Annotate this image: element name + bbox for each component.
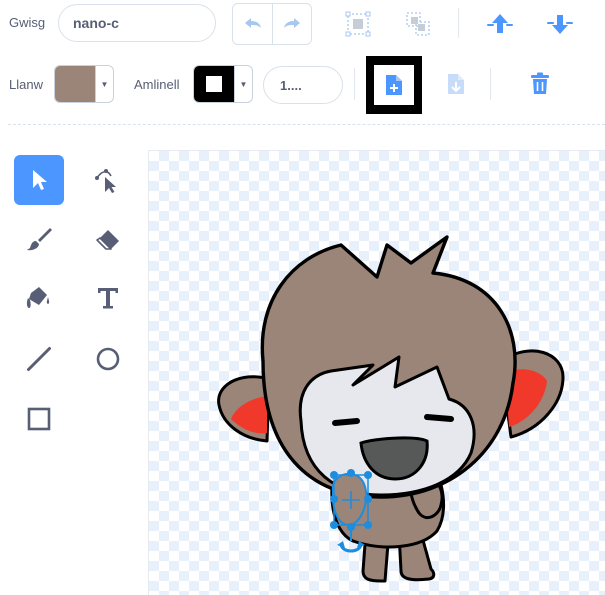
redo-icon bbox=[284, 18, 300, 28]
reshape-icon bbox=[95, 169, 116, 193]
group-icon bbox=[345, 11, 371, 37]
tool-line[interactable] bbox=[14, 334, 64, 384]
paste-button[interactable] bbox=[436, 64, 476, 104]
paint-canvas[interactable] bbox=[148, 150, 605, 595]
toolbar-divider bbox=[490, 68, 491, 100]
fill-label: Llanw bbox=[9, 77, 43, 92]
tool-reshape[interactable] bbox=[83, 155, 133, 205]
backward-layer-icon bbox=[547, 15, 573, 34]
eraser-icon bbox=[96, 230, 119, 250]
undo-icon bbox=[244, 18, 261, 28]
toolbar-divider bbox=[458, 8, 459, 38]
tool-circle[interactable] bbox=[83, 334, 133, 384]
text-icon bbox=[98, 288, 118, 309]
brush-icon bbox=[27, 228, 52, 251]
monkey-character bbox=[217, 235, 565, 583]
tool-eraser[interactable] bbox=[83, 214, 133, 264]
copy-button[interactable] bbox=[366, 56, 422, 114]
outline-label: Amlinell bbox=[134, 77, 180, 92]
trash-icon bbox=[531, 72, 549, 94]
outline-color-swatch bbox=[194, 66, 234, 102]
costume-name-input[interactable] bbox=[58, 4, 216, 42]
redo-button[interactable] bbox=[272, 4, 311, 44]
copy-icon bbox=[386, 75, 402, 95]
group-button[interactable] bbox=[338, 4, 378, 44]
outline-color-picker[interactable]: ▼ bbox=[193, 65, 253, 103]
fill-color-swatch bbox=[55, 66, 95, 102]
forward-layer-icon bbox=[487, 14, 513, 33]
backward-layer-button[interactable] bbox=[540, 4, 580, 44]
chevron-down-icon: ▼ bbox=[234, 66, 252, 102]
tool-select[interactable] bbox=[14, 155, 64, 205]
forward-layer-button[interactable] bbox=[480, 4, 520, 44]
fill-bucket-icon bbox=[26, 287, 50, 308]
chevron-down-icon: ▼ bbox=[95, 66, 113, 102]
ungroup-button[interactable] bbox=[398, 4, 438, 44]
tool-fill[interactable] bbox=[14, 273, 64, 323]
undo-redo-group bbox=[232, 3, 312, 45]
circle-icon bbox=[96, 347, 120, 371]
paste-icon bbox=[448, 74, 464, 94]
outline-width-input[interactable] bbox=[263, 66, 343, 104]
costume-label: Gwisg bbox=[9, 15, 46, 30]
toolbar-separator bbox=[8, 124, 605, 125]
tool-text[interactable] bbox=[83, 273, 133, 323]
line-icon bbox=[27, 347, 51, 371]
fill-color-picker[interactable]: ▼ bbox=[54, 65, 114, 103]
arrow-cursor-icon bbox=[33, 170, 47, 190]
tool-rectangle[interactable] bbox=[14, 394, 64, 444]
tool-brush[interactable] bbox=[14, 214, 64, 264]
rectangle-icon bbox=[27, 407, 51, 431]
delete-button[interactable] bbox=[520, 64, 560, 104]
toolbar-divider bbox=[354, 68, 355, 100]
ungroup-icon bbox=[406, 12, 430, 36]
undo-button[interactable] bbox=[233, 4, 272, 44]
